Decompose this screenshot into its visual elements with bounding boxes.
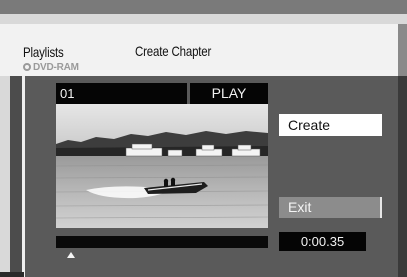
header-edge [398,24,407,76]
screen-title: Create Chapter [135,43,212,59]
progress-track[interactable] [56,236,268,248]
top-line [0,14,407,24]
section-label: Playlists [23,44,64,60]
video-image [56,104,268,228]
disc-icon [23,63,31,71]
disc-type-badge: DVD-RAM [23,61,79,73]
video-frame [56,104,268,228]
track-number: 01 [56,83,187,104]
play-state: PLAY [190,83,268,104]
exit-button-label: Exit [288,199,312,215]
create-button[interactable]: Create [279,114,382,136]
header: Playlists Create Chapter DVD-RAM [0,24,407,76]
right-edge [398,76,407,277]
left-rail [0,76,10,277]
time-readout: 0:00.35 [279,232,366,251]
top-strip [0,0,407,14]
position-marker-icon[interactable] [66,252,75,258]
rail-notch [0,272,24,277]
exit-button-edge [380,197,382,218]
left-rail-line [22,76,25,277]
exit-button[interactable]: Exit [279,197,382,218]
disc-type-label: DVD-RAM [33,61,79,73]
left-rail-shadow [10,76,22,277]
